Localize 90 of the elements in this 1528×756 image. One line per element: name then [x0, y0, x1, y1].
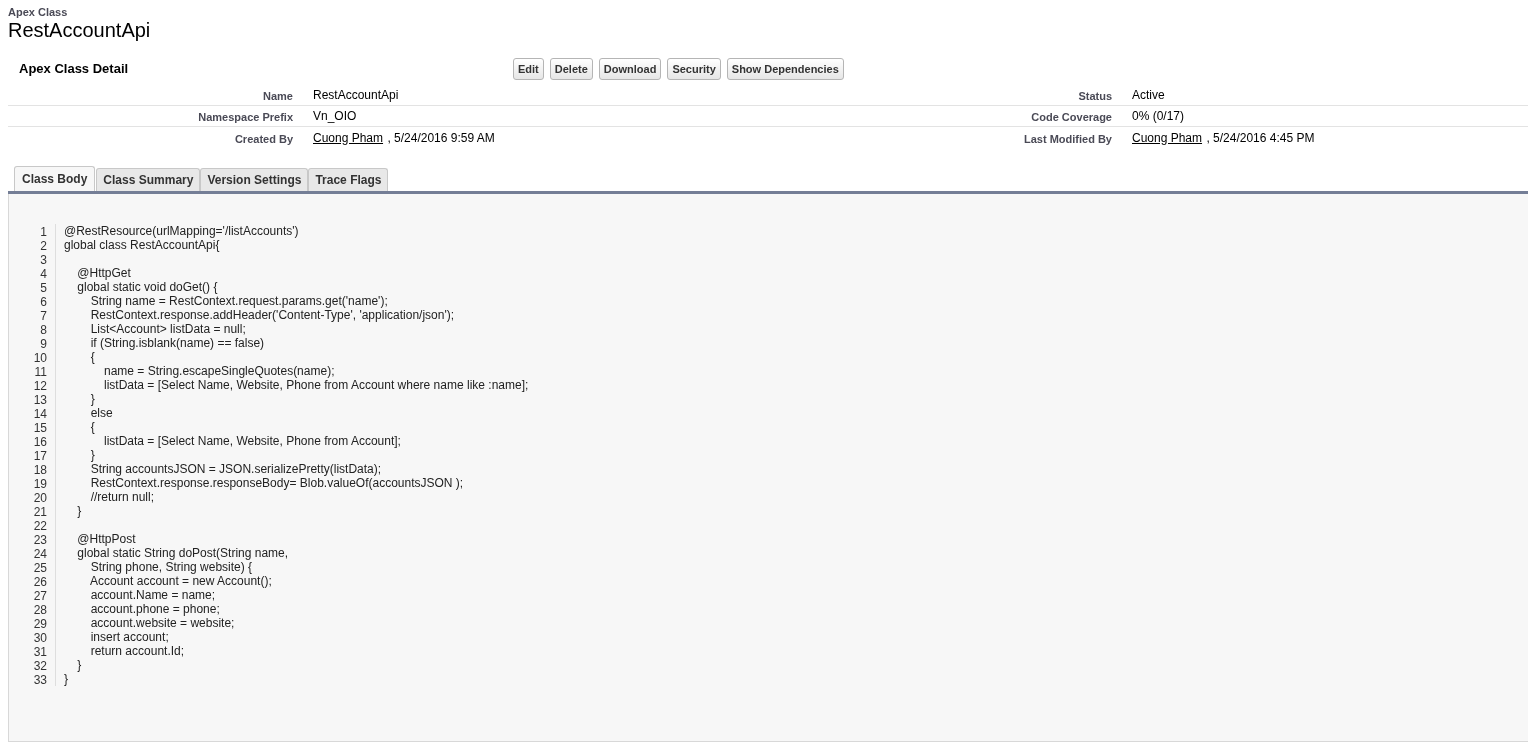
line-number: 24 [33, 547, 47, 561]
page-title: RestAccountApi [8, 19, 151, 41]
line-number: 7 [40, 309, 47, 323]
line-number: 4 [40, 267, 47, 281]
code-line: RestContext.response.addHeader('Content-Type', 'application/json'); [89, 308, 455, 322]
line-number: 27 [33, 589, 47, 603]
line-number: 11 [34, 365, 47, 379]
line-number: 3 [40, 253, 47, 267]
code-line: String accountsJSON = JSON.serializePretty(listData); [89, 462, 382, 476]
code-line: @RestResource(urlMapping='/listAccounts') [64, 224, 299, 238]
date-text: , 5/24/2016 4:45 PM [1205, 129, 1315, 147]
tab[interactable]: Version Settings [200, 168, 309, 191]
code-line: } [76, 504, 82, 518]
code-line: name = String.escapeSingleQuotes(name); [103, 364, 335, 378]
code-line: { [89, 420, 95, 434]
code-line: account.Name = name; [89, 588, 216, 602]
field-label: Created By [234, 132, 293, 145]
code-line: insert account; [89, 630, 169, 644]
line-number: 9 [40, 337, 47, 351]
line-number: 8 [40, 323, 47, 337]
code-line: } [76, 658, 82, 672]
section-heading: Apex Class Detail [19, 60, 130, 79]
line-number: 17 [33, 449, 47, 463]
line-number: 19 [33, 477, 47, 491]
action-button[interactable]: Download [598, 58, 662, 80]
code-line: global class RestAccountApi{ [64, 238, 220, 252]
tab[interactable]: Trace Flags [308, 168, 389, 191]
action-button[interactable]: Security [667, 58, 721, 80]
code-line: global static String doPost(String name, [76, 546, 289, 560]
field-value: Vn_OIO [313, 108, 357, 125]
line-number: 33 [33, 673, 47, 687]
line-number: 21 [33, 505, 47, 519]
line-number: 15 [33, 421, 47, 435]
field-label: Last Modified By [1024, 132, 1112, 145]
line-number: 18 [33, 463, 47, 477]
line-number: 20 [33, 491, 47, 505]
code-line: listData = [Select Name, Website, Phone from Account]; [103, 434, 401, 448]
action-button[interactable]: Edit [513, 58, 544, 80]
field-label: Code Coverage [1031, 111, 1112, 123]
code-line: account.phone = phone; [89, 602, 220, 616]
tab[interactable]: Class Body [14, 166, 96, 191]
field-label: Name [263, 90, 293, 102]
line-number: 1 [40, 225, 47, 239]
code-line: @HttpGet [76, 266, 131, 280]
line-number: 22 [33, 519, 47, 533]
code-line: } [89, 392, 95, 406]
line-number: 29 [33, 617, 47, 631]
code-line: global static void doGet() { [76, 280, 218, 294]
field-value: RestAccountApi [313, 87, 399, 104]
line-number: 26 [33, 575, 47, 589]
code-line: @HttpPost [76, 532, 136, 546]
line-number: 6 [40, 295, 47, 309]
line-number: 25 [33, 561, 47, 575]
line-number: 10 [33, 351, 47, 365]
line-number: 13 [33, 393, 47, 407]
tab[interactable]: Class Summary [96, 168, 201, 191]
field-value: Active [1132, 87, 1165, 104]
line-number: 14 [33, 407, 47, 421]
user-link[interactable]: Cuong Pham [313, 128, 384, 147]
code-line: { [89, 350, 95, 364]
line-number: 2 [40, 239, 47, 253]
code-line: String phone, String website) { [89, 560, 253, 574]
field-label: Namespace Prefix [198, 111, 293, 123]
code-line: } [64, 672, 68, 686]
code-line: List<Account> listData = null; [89, 322, 246, 336]
line-number: 12 [33, 379, 47, 393]
code-line: account.website = website; [89, 616, 235, 630]
line-number: 16 [33, 435, 47, 449]
code-line: return account.Id; [89, 644, 185, 658]
user-link[interactable]: Cuong Pham [1132, 128, 1203, 147]
line-number: 32 [33, 659, 47, 673]
line-number: 30 [33, 631, 47, 645]
action-button[interactable]: Delete [549, 58, 593, 80]
code-line: if (String.isblank(name) == false) [89, 336, 265, 350]
code-line: } [89, 448, 95, 462]
field-label: Status [1078, 90, 1112, 102]
code-line: String name = RestContext.request.params.get('name'); [89, 294, 388, 308]
code-line: listData = [Select Name, Website, Phone from Account where name like :name]; [103, 378, 529, 392]
code-line: else [89, 406, 113, 420]
code-line: RestContext.response.responseBody= Blob.valueOf(accountsJSON ); [89, 476, 464, 490]
action-button[interactable]: Show Dependencies [726, 58, 844, 80]
date-text: , 5/24/2016 9:59 AM [386, 129, 495, 147]
line-number: 5 [40, 281, 47, 295]
field-value: 0% (0/17) [1132, 108, 1185, 125]
code-line: //return null; [89, 490, 155, 504]
line-number: 28 [33, 603, 47, 617]
line-number: 31 [33, 645, 47, 659]
object-type-label: Apex Class [8, 6, 68, 19]
code-line: Account account = new Account(); [89, 574, 272, 588]
line-number: 23 [33, 533, 47, 547]
